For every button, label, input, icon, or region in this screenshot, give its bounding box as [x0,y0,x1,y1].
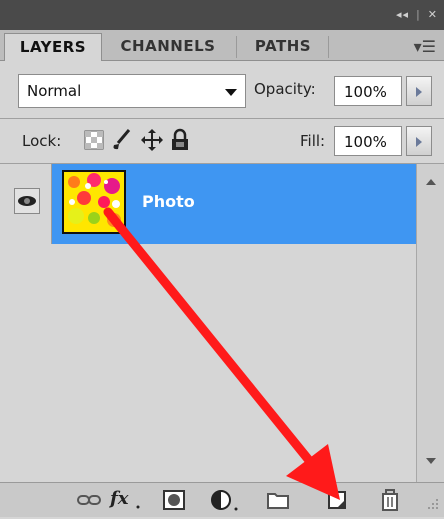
adjustment-icon[interactable] [210,489,240,511]
layer-thumbnail[interactable] [62,170,126,234]
eye-icon[interactable] [14,188,40,214]
lock-position-icon[interactable] [140,128,164,156]
panel-titlebar: ◂◂ | ✕ [0,0,444,30]
group-folder-icon[interactable] [266,489,290,511]
layers-scrollbar[interactable] [416,164,444,482]
lock-transparent-pixels-icon[interactable] [84,130,104,154]
opacity-slider-button[interactable] [406,76,432,106]
trash-icon[interactable] [380,489,400,511]
lock-all-icon[interactable] [170,128,190,156]
fx-icon[interactable]: fx [108,486,142,509]
tab-divider [236,36,237,58]
close-icon[interactable]: ✕ [428,8,438,21]
link-icon[interactable] [76,489,102,511]
tab-channels[interactable]: CHANNELS [104,33,232,60]
layers-footer: fx [0,482,444,517]
collapse-icon[interactable]: ◂◂ [396,8,409,21]
tab-layers[interactable]: LAYERS [4,33,102,61]
titlebar-separator: | [415,8,421,21]
layer-name[interactable]: Photo [142,192,195,211]
opacity-field[interactable]: 100% [334,76,402,106]
panel-tabs: LAYERS CHANNELS PATHS [0,30,444,61]
scroll-up-icon[interactable] [426,179,436,185]
opacity-value: 100% [344,83,387,101]
fill-slider-button[interactable] [406,126,432,156]
fill-value: 100% [344,133,387,151]
fill-label: Fill: [300,132,326,150]
blend-mode-value: Normal [27,82,82,100]
tab-divider [328,36,329,58]
svg-text:fx: fx [108,488,129,509]
triangle-right-icon [416,87,422,97]
divider [0,118,444,119]
mask-icon[interactable] [162,489,186,511]
fill-field[interactable]: 100% [334,126,402,156]
opacity-label: Opacity: [254,80,316,98]
titlebar-buttons: ◂◂ | ✕ [396,8,438,21]
visibility-cell[interactable] [0,164,52,244]
layer-list: Photo [0,164,416,482]
chevron-down-icon [225,89,237,96]
scroll-down-icon[interactable] [426,458,436,464]
lock-image-pixels-icon[interactable] [110,128,132,156]
blend-mode-select[interactable]: Normal [18,74,246,108]
new-layer-icon[interactable] [326,489,348,511]
layer-row[interactable]: Photo [0,164,416,244]
panel-menu-icon[interactable]: ▾☰ [414,37,436,56]
tab-paths[interactable]: PATHS [240,33,326,60]
triangle-right-icon [416,137,422,147]
lock-label: Lock: [22,132,62,150]
